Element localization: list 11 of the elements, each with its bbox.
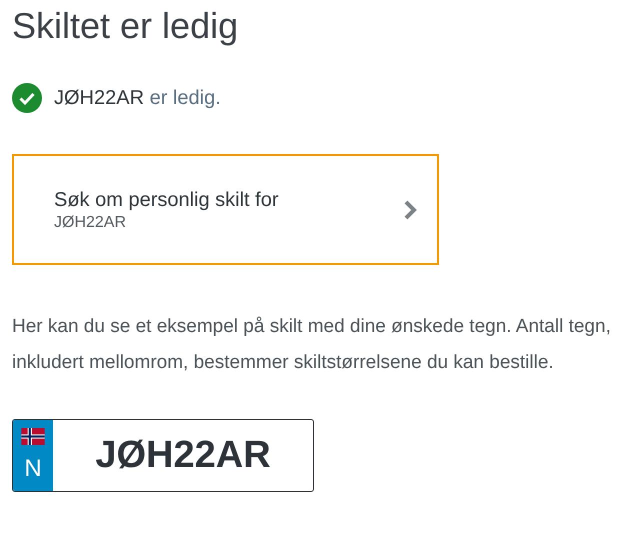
apply-card[interactable]: Søk om personlig skilt for JØH22AR	[12, 154, 439, 265]
card-plate-number: JØH22AR	[54, 212, 128, 232]
flag-icon	[21, 428, 45, 445]
chevron-right-icon	[403, 198, 417, 220]
card-title: Søk om personlig skilt for	[54, 188, 279, 212]
plate-text: JØH22AR	[95, 433, 271, 478]
status-text: er ledig.	[150, 87, 221, 109]
page-heading: Skiltet er ledig	[12, 4, 240, 48]
country-code: N	[24, 455, 42, 483]
plate-number: JØH22AR	[54, 87, 144, 109]
description-paragraph: Her kan du se et eksempel på skilt med dine ønskede tegn. Antall tegn, inkludert mellomrom, bestemmer skiltstørrelsene du kan bestille.	[12, 315, 612, 375]
